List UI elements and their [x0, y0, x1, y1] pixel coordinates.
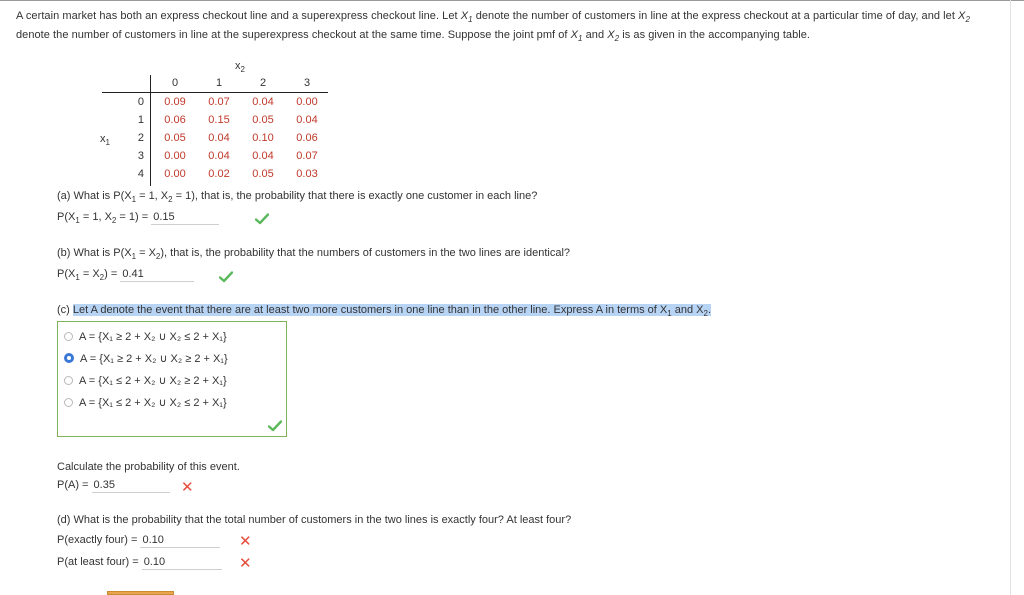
col-header: 3 — [303, 77, 311, 89]
top-border — [0, 0, 1024, 1]
radio-button[interactable] — [64, 332, 73, 341]
table-cell: 0.07 — [296, 150, 318, 162]
var-x2: X2 — [958, 10, 970, 24]
choice-option-2[interactable]: A = {X₁ ≥ 2 + X₂ ∪ X₂ ≥ 2 + X₁} — [64, 351, 228, 367]
var-x2: X2 — [607, 29, 620, 43]
question-a: (a) What is P(X1 = 1, X2 = 1), that is, … — [57, 190, 538, 204]
answer-exact-field[interactable]: 0.10 — [140, 534, 221, 548]
help-button-partial[interactable] — [107, 591, 174, 595]
incorrect-x-icon: ✕ — [239, 555, 252, 572]
table-cell: 0.15 — [208, 114, 230, 126]
table-cell: 0.02 — [208, 168, 230, 180]
correct-check-icon — [268, 420, 282, 432]
x1-axis-label: x1 — [100, 133, 110, 147]
choice-option-1[interactable]: A = {X₁ ≥ 2 + X₂ ∪ X₂ ≤ 2 + X₁} — [64, 329, 227, 345]
table-cell: 0.04 — [252, 96, 274, 108]
table-cell: 0.07 — [208, 96, 230, 108]
var-x1: X1 — [460, 10, 473, 24]
question-c: (c) Let A denote the event that there ar… — [57, 304, 712, 318]
intro-text-4: and — [582, 29, 608, 41]
table-cell: 0.09 — [164, 96, 186, 108]
row-header: 3 — [137, 150, 144, 162]
radio-button[interactable] — [64, 376, 73, 385]
answer-d-atleast-row: P(at least four) = 0.10 — [57, 556, 222, 570]
table-cell: 0.04 — [296, 114, 318, 126]
answer-d-exact-row: P(exactly four) = 0.10 — [57, 534, 221, 548]
table-cell: 0.03 — [296, 168, 318, 180]
calc-instruction: Calculate the probability of this event. — [57, 461, 240, 473]
radio-button-selected[interactable] — [64, 353, 74, 363]
table-cell: 0.00 — [164, 168, 186, 180]
row-header: 4 — [137, 168, 144, 180]
table-cell: 0.05 — [164, 132, 186, 144]
answer-c-row: P(A) = 0.35 — [57, 479, 170, 493]
choice-option-3[interactable]: A = {X₁ ≤ 2 + X₂ ∪ X₂ ≥ 2 + X₁} — [64, 373, 227, 389]
correct-check-icon — [255, 213, 269, 225]
problem-intro: A certain market has both an express che… — [16, 7, 996, 45]
choice-group: A = {X₁ ≥ 2 + X₂ ∪ X₂ ≤ 2 + X₁} A = {X₁ … — [57, 321, 287, 437]
x2-axis-label: x2 — [235, 60, 245, 74]
table-cell: 0.05 — [252, 168, 274, 180]
joint-pmf-table: x2 0 1 2 3 x1 0 1 2 3 4 0.09 0.07 0.04 0… — [96, 60, 336, 188]
var-x1: X1 — [570, 29, 583, 43]
need-help-label-partial — [17, 589, 102, 595]
question-d: (d) What is the probability that the tot… — [57, 514, 572, 526]
col-header: 1 — [215, 77, 223, 89]
table-cell: 0.00 — [296, 96, 318, 108]
answer-a-row: P(X1 = 1, X2 = 1) = 0.15 — [57, 211, 220, 225]
intro-text-3: denote the number of customers in line a… — [16, 29, 571, 41]
table-cell: 0.05 — [252, 114, 274, 126]
correct-check-icon — [219, 271, 233, 283]
answer-a-field[interactable]: 0.15 — [151, 211, 220, 225]
incorrect-x-icon: ✕ — [181, 479, 194, 496]
intro-text-2: denote the number of customers in line a… — [472, 10, 959, 22]
radio-button[interactable] — [64, 398, 73, 407]
col-header: 2 — [259, 77, 267, 89]
row-header: 0 — [137, 96, 144, 108]
incorrect-x-icon: ✕ — [239, 533, 252, 550]
answer-b-field[interactable]: 0.41 — [120, 268, 195, 282]
table-cell: 0.04 — [252, 150, 274, 162]
table-cell: 0.00 — [164, 150, 186, 162]
col-header: 0 — [171, 77, 179, 89]
highlighted-selection: Let A denote the event that there are at… — [72, 304, 712, 318]
choice-option-4[interactable]: A = {X₁ ≤ 2 + X₂ ∪ X₂ ≤ 2 + X₁} — [64, 395, 227, 411]
table-cell: 0.04 — [208, 132, 230, 144]
answer-b-row: P(X1 = X2) = 0.41 — [57, 268, 195, 282]
scrollbar-track[interactable] — [1010, 0, 1011, 595]
table-row-rule — [150, 75, 151, 186]
answer-atleast-field[interactable]: 0.10 — [141, 556, 222, 570]
table-header-rule — [102, 92, 328, 93]
question-b: (b) What is P(X1 = X2), that is, the pro… — [57, 247, 571, 261]
row-header: 2 — [137, 132, 144, 144]
table-cell: 0.10 — [252, 132, 274, 144]
table-cell: 0.06 — [164, 114, 186, 126]
intro-text-1: A certain market has both an express che… — [16, 10, 461, 22]
table-cell: 0.06 — [296, 132, 318, 144]
table-cell: 0.04 — [208, 150, 230, 162]
row-header: 1 — [137, 114, 144, 126]
intro-text-5: is as given in the accompanying table. — [619, 29, 811, 41]
answer-pa-field[interactable]: 0.35 — [91, 479, 170, 493]
